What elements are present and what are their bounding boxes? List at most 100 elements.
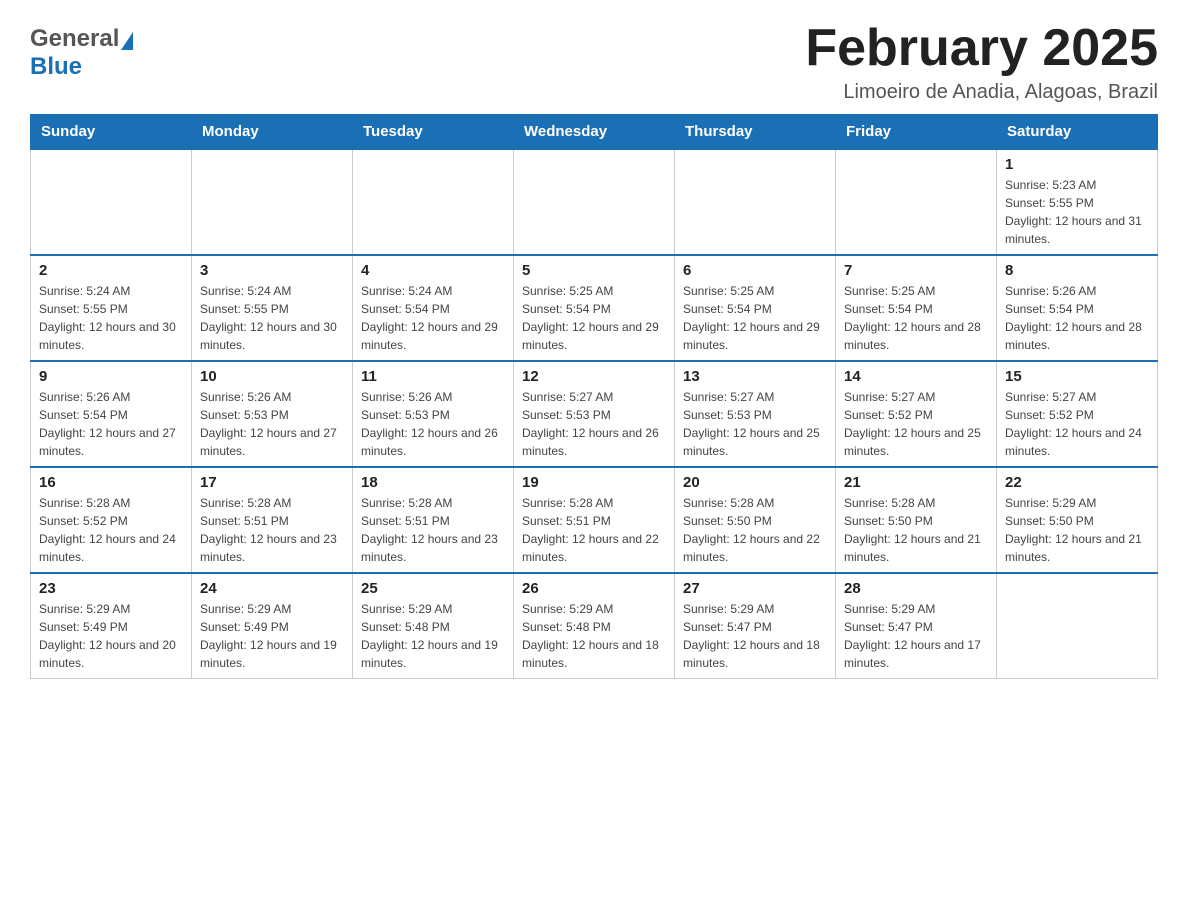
day-info: Sunrise: 5:27 AMSunset: 5:52 PMDaylight:… (844, 388, 988, 460)
day-number: 26 (522, 580, 666, 597)
col-thursday: Thursday (675, 115, 836, 150)
day-number: 5 (522, 262, 666, 279)
day-number: 11 (361, 368, 505, 385)
calendar-header: Sunday Monday Tuesday Wednesday Thursday… (31, 115, 1158, 150)
day-info: Sunrise: 5:25 AMSunset: 5:54 PMDaylight:… (844, 282, 988, 354)
day-info: Sunrise: 5:29 AMSunset: 5:48 PMDaylight:… (361, 600, 505, 672)
day-number: 24 (200, 580, 344, 597)
calendar-table: Sunday Monday Tuesday Wednesday Thursday… (30, 114, 1158, 679)
day-info: Sunrise: 5:28 AMSunset: 5:51 PMDaylight:… (361, 494, 505, 566)
day-number: 17 (200, 474, 344, 491)
day-cell-0-4 (675, 149, 836, 255)
logo-general-text: General (30, 25, 119, 53)
day-cell-2-3: 12 Sunrise: 5:27 AMSunset: 5:53 PMDayligh… (514, 361, 675, 467)
week-row-1: 1 Sunrise: 5:23 AMSunset: 5:55 PMDaylight… (31, 149, 1158, 255)
day-cell-4-4: 27 Sunrise: 5:29 AMSunset: 5:47 PMDayligh… (675, 573, 836, 679)
logo: General Blue (30, 20, 131, 81)
day-cell-1-6: 8 Sunrise: 5:26 AMSunset: 5:54 PMDaylight… (997, 255, 1158, 361)
day-number: 2 (39, 262, 183, 279)
day-cell-0-3 (514, 149, 675, 255)
col-friday: Friday (836, 115, 997, 150)
day-info: Sunrise: 5:26 AMSunset: 5:54 PMDaylight:… (1005, 282, 1149, 354)
day-cell-1-0: 2 Sunrise: 5:24 AMSunset: 5:55 PMDaylight… (31, 255, 192, 361)
day-info: Sunrise: 5:24 AMSunset: 5:54 PMDaylight:… (361, 282, 505, 354)
day-cell-2-5: 14 Sunrise: 5:27 AMSunset: 5:52 PMDayligh… (836, 361, 997, 467)
day-number: 4 (361, 262, 505, 279)
day-info: Sunrise: 5:29 AMSunset: 5:49 PMDaylight:… (200, 600, 344, 672)
day-number: 22 (1005, 474, 1149, 491)
day-cell-1-1: 3 Sunrise: 5:24 AMSunset: 5:55 PMDaylight… (192, 255, 353, 361)
day-cell-1-2: 4 Sunrise: 5:24 AMSunset: 5:54 PMDaylight… (353, 255, 514, 361)
day-info: Sunrise: 5:24 AMSunset: 5:55 PMDaylight:… (39, 282, 183, 354)
day-cell-0-1 (192, 149, 353, 255)
day-number: 16 (39, 474, 183, 491)
logo-blue-text: Blue (30, 53, 82, 80)
day-number: 7 (844, 262, 988, 279)
title-section: February 2025 Limoeiro de Anadia, Alagoa… (805, 20, 1158, 104)
day-number: 23 (39, 580, 183, 597)
day-number: 14 (844, 368, 988, 385)
day-info: Sunrise: 5:24 AMSunset: 5:55 PMDaylight:… (200, 282, 344, 354)
day-number: 25 (361, 580, 505, 597)
calendar-body: 1 Sunrise: 5:23 AMSunset: 5:55 PMDaylight… (31, 149, 1158, 679)
week-row-2: 2 Sunrise: 5:24 AMSunset: 5:55 PMDaylight… (31, 255, 1158, 361)
day-cell-2-0: 9 Sunrise: 5:26 AMSunset: 5:54 PMDaylight… (31, 361, 192, 467)
day-info: Sunrise: 5:28 AMSunset: 5:50 PMDaylight:… (683, 494, 827, 566)
week-row-4: 16Sunrise: 5:28 AMSunset: 5:52 PMDayligh… (31, 467, 1158, 573)
day-number: 15 (1005, 368, 1149, 385)
day-info: Sunrise: 5:29 AMSunset: 5:50 PMDaylight:… (1005, 494, 1149, 566)
col-sunday: Sunday (31, 115, 192, 150)
day-cell-4-2: 25 Sunrise: 5:29 AMSunset: 5:48 PMDayligh… (353, 573, 514, 679)
day-number: 21 (844, 474, 988, 491)
day-info: Sunrise: 5:29 AMSunset: 5:49 PMDaylight:… (39, 600, 183, 672)
day-number: 28 (844, 580, 988, 597)
day-info: Sunrise: 5:29 AMSunset: 5:48 PMDaylight:… (522, 600, 666, 672)
day-cell-0-6: 1 Sunrise: 5:23 AMSunset: 5:55 PMDaylight… (997, 149, 1158, 255)
day-number: 1 (1005, 156, 1149, 173)
day-number: 9 (39, 368, 183, 385)
week-row-3: 9 Sunrise: 5:26 AMSunset: 5:54 PMDaylight… (31, 361, 1158, 467)
day-cell-0-0 (31, 149, 192, 255)
day-info: Sunrise: 5:26 AMSunset: 5:53 PMDaylight:… (200, 388, 344, 460)
day-cell-3-5: 21 Sunrise: 5:28 AMSunset: 5:50 PMDayligh… (836, 467, 997, 573)
day-cell-0-2 (353, 149, 514, 255)
day-number: 19 (522, 474, 666, 491)
day-number: 12 (522, 368, 666, 385)
logo-triangle-icon (121, 32, 133, 50)
day-number: 6 (683, 262, 827, 279)
day-cell-2-4: 13 Sunrise: 5:27 AMSunset: 5:53 PMDayligh… (675, 361, 836, 467)
day-number: 13 (683, 368, 827, 385)
day-number: 10 (200, 368, 344, 385)
day-cell-3-0: 16Sunrise: 5:28 AMSunset: 5:52 PMDayligh… (31, 467, 192, 573)
day-cell-2-1: 10 Sunrise: 5:26 AMSunset: 5:53 PMDayligh… (192, 361, 353, 467)
day-cell-3-1: 17Sunrise: 5:28 AMSunset: 5:51 PMDayligh… (192, 467, 353, 573)
day-info: Sunrise: 5:26 AMSunset: 5:53 PMDaylight:… (361, 388, 505, 460)
day-cell-3-6: 22 Sunrise: 5:29 AMSunset: 5:50 PMDayligh… (997, 467, 1158, 573)
day-number: 20 (683, 474, 827, 491)
page-header: General Blue February 2025 Limoeiro de A… (30, 20, 1158, 104)
col-tuesday: Tuesday (353, 115, 514, 150)
day-cell-3-2: 18 Sunrise: 5:28 AMSunset: 5:51 PMDayligh… (353, 467, 514, 573)
day-info: Sunrise: 5:29 AMSunset: 5:47 PMDaylight:… (844, 600, 988, 672)
day-info: Sunrise: 5:28 AMSunset: 5:51 PMDaylight:… (522, 494, 666, 566)
day-info: Sunrise: 5:27 AMSunset: 5:53 PMDaylight:… (522, 388, 666, 460)
day-cell-1-5: 7 Sunrise: 5:25 AMSunset: 5:54 PMDaylight… (836, 255, 997, 361)
day-cell-3-4: 20 Sunrise: 5:28 AMSunset: 5:50 PMDayligh… (675, 467, 836, 573)
day-cell-0-5 (836, 149, 997, 255)
day-cell-4-0: 23 Sunrise: 5:29 AMSunset: 5:49 PMDayligh… (31, 573, 192, 679)
month-title: February 2025 (805, 20, 1158, 77)
location-subtitle: Limoeiro de Anadia, Alagoas, Brazil (805, 81, 1158, 104)
day-info: Sunrise: 5:23 AMSunset: 5:55 PMDaylight:… (1005, 176, 1149, 248)
day-number: 3 (200, 262, 344, 279)
day-info: Sunrise: 5:26 AMSunset: 5:54 PMDaylight:… (39, 388, 183, 460)
day-cell-1-3: 5Sunrise: 5:25 AMSunset: 5:54 PMDaylight… (514, 255, 675, 361)
col-wednesday: Wednesday (514, 115, 675, 150)
day-info: Sunrise: 5:28 AMSunset: 5:50 PMDaylight:… (844, 494, 988, 566)
day-info: Sunrise: 5:29 AMSunset: 5:47 PMDaylight:… (683, 600, 827, 672)
col-monday: Monday (192, 115, 353, 150)
day-number: 27 (683, 580, 827, 597)
day-cell-2-2: 11 Sunrise: 5:26 AMSunset: 5:53 PMDayligh… (353, 361, 514, 467)
day-number: 18 (361, 474, 505, 491)
day-number: 8 (1005, 262, 1149, 279)
day-info: Sunrise: 5:27 AMSunset: 5:53 PMDaylight:… (683, 388, 827, 460)
